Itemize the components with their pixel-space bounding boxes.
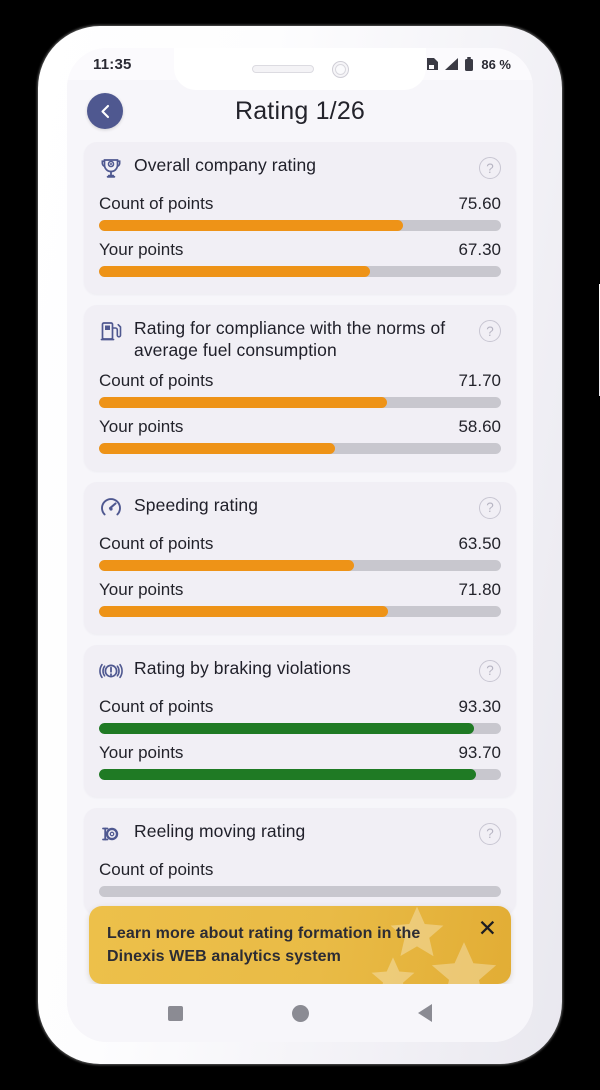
count-progress-bar	[99, 885, 501, 897]
count-progress-bar	[99, 220, 501, 231]
back-button[interactable]	[87, 93, 123, 129]
count-of-points-row: Count of points 75.60	[99, 194, 501, 214]
progress-fill	[99, 559, 355, 571]
metric-value: 58.60	[458, 416, 501, 436]
count-of-points-row: Count of points 71.70	[99, 371, 501, 391]
metric-value: 63.50	[458, 533, 501, 553]
metric-value: 71.80	[458, 579, 501, 599]
banner-text: Learn more about rating formation in the…	[107, 924, 421, 965]
home-button[interactable]	[291, 1004, 309, 1022]
sim-card-icon	[427, 58, 439, 70]
status-icons: 86 %	[426, 56, 511, 72]
metric-label: Count of points	[99, 194, 214, 213]
help-icon[interactable]: ?	[479, 822, 501, 845]
battery-icon	[465, 57, 474, 71]
card-header: Rating by braking violations ?	[99, 658, 501, 688]
your-progress-bar	[99, 266, 501, 277]
help-icon[interactable]: ?	[479, 659, 501, 682]
count-progress-bar	[99, 722, 501, 734]
rating-card[interactable]: Rating for compliance with the norms of …	[84, 305, 516, 471]
front-camera-icon	[331, 60, 349, 78]
card-title: Overall company rating	[134, 155, 317, 175]
card-title: Rating by braking violations	[134, 657, 351, 678]
earpiece-speaker	[251, 65, 314, 73]
metric-value: 93.70	[458, 742, 501, 762]
metric-value: 93.30	[458, 696, 501, 716]
android-nav-bar	[67, 984, 533, 1042]
rating-card[interactable]: Reeling moving rating ? Count of points	[84, 807, 516, 914]
help-icon[interactable]: ?	[479, 496, 501, 519]
trophy-icon	[99, 156, 123, 185]
card-title: Reeling moving rating	[134, 820, 306, 841]
brake-warning-icon	[99, 659, 123, 688]
progress-fill	[99, 220, 403, 231]
metric-label: Count of points	[99, 533, 214, 553]
metric-label: Your points	[99, 240, 184, 259]
progress-fill	[99, 605, 388, 617]
card-header: Speeding rating ?	[99, 495, 501, 525]
card-header: Rating for compliance with the norms of …	[99, 318, 501, 362]
your-progress-bar	[99, 768, 501, 780]
status-time: 11:35	[93, 55, 132, 73]
promo-banner[interactable]: Learn more about rating formation in the…	[89, 905, 511, 984]
notch	[174, 48, 426, 90]
recents-button[interactable]	[167, 1005, 183, 1021]
metric-label: Count of points	[99, 859, 214, 879]
your-points-row: Your points 93.70	[99, 743, 501, 763]
your-points-row: Your points 67.30	[99, 240, 501, 260]
progress-fill	[99, 442, 335, 454]
help-icon[interactable]: ?	[479, 157, 501, 179]
close-icon[interactable]: ✕	[478, 916, 497, 940]
help-icon[interactable]: ?	[479, 320, 501, 342]
progress-fill	[99, 266, 370, 277]
count-progress-bar	[99, 396, 501, 408]
metric-label: Count of points	[99, 370, 214, 390]
card-title: Rating for compliance with the norms of …	[134, 318, 446, 360]
rating-card[interactable]: Speeding rating ? Count of points 63.50 …	[84, 481, 516, 634]
metric-label: Your points	[99, 742, 184, 762]
speedometer-icon	[99, 496, 123, 525]
phone-screen: 11:35 86 % Rating 1/26 Overall company r…	[67, 48, 533, 1042]
metric-label: Count of points	[99, 696, 214, 716]
card-header: Reeling moving rating ?	[99, 821, 501, 851]
your-progress-bar	[99, 605, 501, 617]
metric-value: 75.60	[458, 194, 501, 213]
count-of-points-row: Count of points 93.30	[99, 697, 501, 717]
your-points-row: Your points 58.60	[99, 417, 501, 437]
metric-label: Your points	[99, 579, 184, 599]
progress-fill	[99, 768, 476, 780]
ratings-list[interactable]: Overall company rating ? Count of points…	[67, 142, 533, 992]
card-header: Overall company rating ?	[99, 155, 501, 185]
your-points-row: Your points 71.80	[99, 580, 501, 600]
count-progress-bar	[99, 559, 501, 571]
battery-percent: 86 %	[481, 56, 511, 72]
count-of-points-row: Count of points	[99, 860, 501, 880]
fuel-pump-icon	[99, 319, 123, 348]
rating-card[interactable]: Overall company rating ? Count of points…	[84, 142, 516, 294]
progress-fill	[99, 396, 388, 408]
page-title: Rating 1/26	[234, 96, 366, 125]
reel-icon	[99, 822, 123, 851]
nav-back-button[interactable]	[418, 1004, 433, 1022]
metric-value: 67.30	[458, 240, 501, 259]
progress-fill	[99, 722, 475, 734]
metric-label: Your points	[99, 416, 184, 436]
signal-icon	[445, 58, 459, 70]
card-title: Speeding rating	[134, 494, 259, 515]
metric-value: 71.70	[458, 370, 501, 390]
status-bar: 11:35 86 %	[67, 48, 533, 90]
your-progress-bar	[99, 442, 501, 454]
rating-card[interactable]: Rating by braking violations ? Count of …	[84, 644, 516, 797]
chevron-left-icon	[100, 104, 109, 118]
count-of-points-row: Count of points 63.50	[99, 534, 501, 554]
